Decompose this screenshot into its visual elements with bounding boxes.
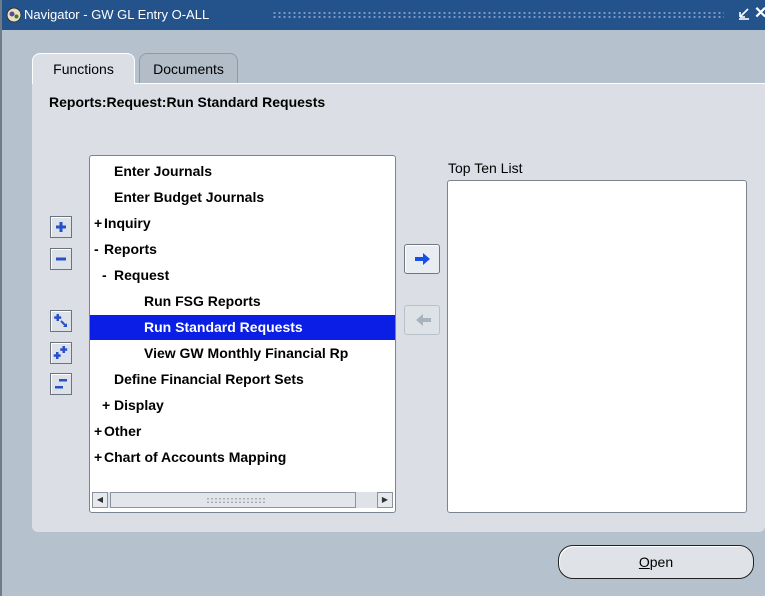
expand-branch-icon — [54, 314, 67, 327]
tree-item[interactable]: Run FSG Reports — [90, 289, 395, 314]
function-tree[interactable]: Enter Journals Enter Budget Journals + Inqu… — [89, 155, 396, 513]
expand-button[interactable] — [50, 216, 72, 238]
tree-item-label: Run FSG Reports — [144, 293, 261, 309]
tab-documents[interactable]: Documents — [139, 53, 238, 83]
open-button[interactable]: Open — [558, 545, 754, 579]
tree-horizontal-scrollbar[interactable]: ◀ ▶ — [92, 492, 393, 508]
collapse-all-icon — [55, 379, 67, 389]
oracle-app-icon — [6, 7, 22, 23]
collapse-toggle[interactable]: - — [102, 263, 107, 288]
tree-item-label: Enter Journals — [114, 163, 213, 179]
tree-item[interactable]: + Inquiry — [90, 211, 395, 236]
tree-item-label: Inquiry — [104, 215, 151, 231]
tree-item[interactable]: Enter Journals — [90, 159, 395, 184]
add-to-top-ten-button[interactable] — [404, 244, 440, 274]
collapse-all-button[interactable] — [50, 373, 72, 395]
tree-item-label: Request — [114, 267, 170, 283]
expand-all-icon — [53, 346, 68, 359]
tree-item-label: Enter Budget Journals — [114, 189, 265, 205]
tree-item-label: Other — [104, 423, 142, 439]
tree-item[interactable]: - Request — [90, 263, 395, 288]
scrollbar-grip — [206, 497, 266, 504]
expand-all-button[interactable] — [50, 342, 72, 364]
remove-from-top-ten-button[interactable] — [404, 305, 440, 335]
collapse-toggle[interactable]: - — [94, 237, 99, 262]
tree-item[interactable]: Define Financial Report Sets — [90, 367, 395, 392]
minimize-icon[interactable] — [737, 6, 751, 22]
arrow-right-icon — [415, 253, 430, 265]
open-label: pen — [649, 554, 674, 570]
tree-item[interactable]: - Reports — [90, 237, 395, 262]
expand-toggle[interactable]: + — [102, 393, 110, 418]
expand-toggle[interactable]: + — [94, 419, 102, 444]
tree-item[interactable]: + Other — [90, 419, 395, 444]
tab-functions[interactable]: Functions — [32, 53, 135, 84]
title-bar-grip — [272, 11, 724, 20]
tree-item-selected[interactable]: Run Standard Requests — [90, 315, 395, 340]
tree-item[interactable]: + Chart of Accounts Mapping — [90, 445, 395, 470]
top-ten-list[interactable] — [447, 180, 747, 513]
scroll-right-icon[interactable]: ▶ — [377, 492, 393, 508]
title-bar[interactable]: Navigator - GW GL Entry O-ALL ✕ — [2, 0, 765, 30]
tree-item-label: Chart of Accounts Mapping — [104, 449, 287, 465]
top-ten-label: Top Ten List — [448, 160, 523, 176]
navigator-window: Navigator - GW GL Entry O-ALL ✕ Function… — [0, 0, 765, 596]
open-mnemonic: O — [638, 554, 650, 570]
tree-item-label: Define Financial Report Sets — [114, 371, 304, 387]
close-icon[interactable]: ✕ — [754, 5, 765, 23]
tree-item-label: Reports — [104, 241, 157, 257]
minus-icon — [56, 257, 66, 261]
breadcrumb: Reports:Request:Run Standard Requests — [49, 94, 326, 110]
tree-item-label: View GW Monthly Financial Rp — [144, 345, 349, 361]
expand-toggle[interactable]: + — [94, 211, 102, 236]
plus-icon — [56, 222, 66, 232]
tree-item-label: Run Standard Requests — [144, 319, 303, 335]
window-title: Navigator - GW GL Entry O-ALL — [24, 7, 210, 22]
arrow-left-icon — [416, 314, 431, 326]
expand-toggle[interactable]: + — [94, 445, 102, 470]
tree-item-label: Display — [114, 397, 164, 413]
scroll-left-icon[interactable]: ◀ — [92, 492, 108, 508]
tree-item[interactable]: + Display — [90, 393, 395, 418]
collapse-button[interactable] — [50, 248, 72, 270]
tree-item[interactable]: Enter Budget Journals — [90, 185, 395, 210]
tree-item[interactable]: View GW Monthly Financial Rp — [90, 341, 395, 366]
scrollbar-thumb[interactable] — [110, 492, 356, 508]
expand-branch-button[interactable] — [50, 310, 72, 332]
